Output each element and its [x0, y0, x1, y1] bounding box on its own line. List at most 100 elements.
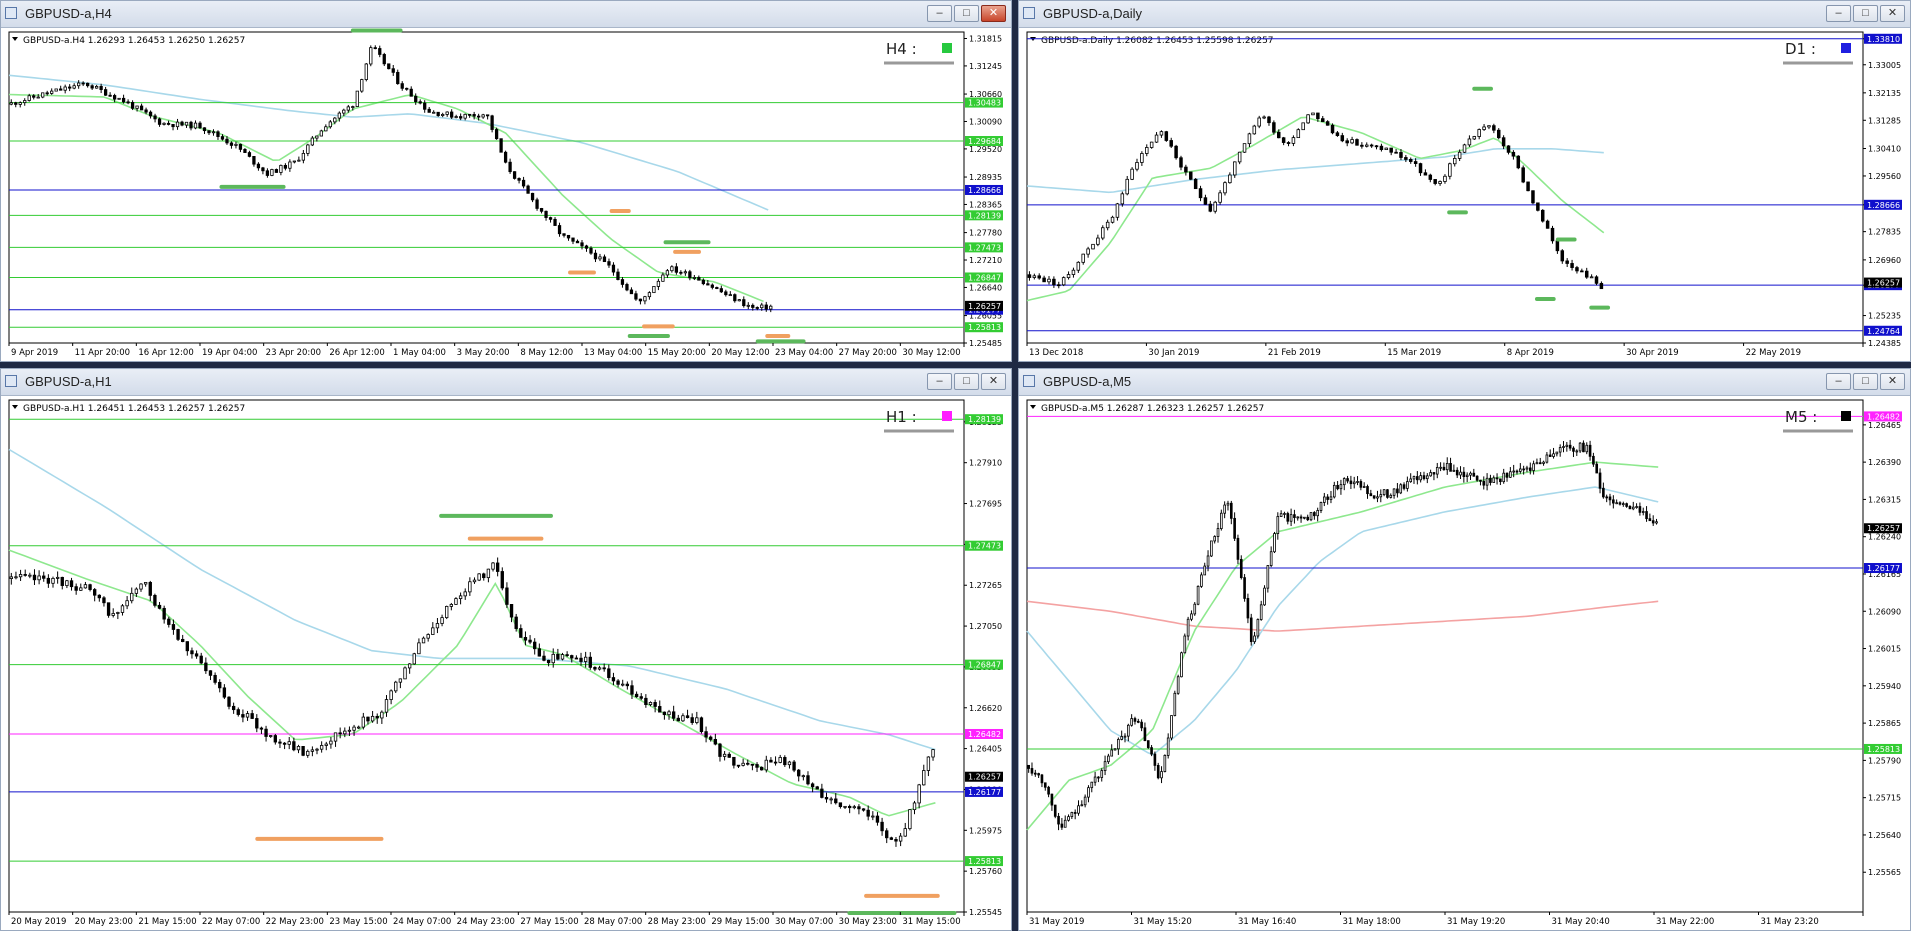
- candle-body: [1449, 463, 1452, 472]
- close-button[interactable]: ✕: [1880, 5, 1905, 22]
- chart-window-d1[interactable]: GBPUSD-a,Daily – □ ✕ GBPUSD-a.Daily 1.26…: [1018, 0, 1911, 362]
- candle-body: [1080, 804, 1084, 807]
- window-titlebar[interactable]: GBPUSD-a,H4 – □ ✕: [1, 1, 1011, 28]
- candle-body: [1286, 142, 1291, 144]
- candle-body: [1140, 153, 1144, 163]
- price-tick-label: 1.33005: [1868, 61, 1901, 70]
- candle-body: [1429, 472, 1432, 477]
- candle-body: [917, 784, 921, 804]
- level-price-tag-label: 1.33810: [1867, 35, 1900, 44]
- candle-body: [755, 764, 759, 768]
- time-axis-label: 30 Jan 2019: [1148, 348, 1199, 358]
- candle-body: [607, 668, 611, 678]
- candle-body: [153, 115, 157, 120]
- candle-body: [1475, 475, 1479, 481]
- candle-body: [548, 217, 553, 220]
- candle-body: [759, 766, 764, 771]
- candle-body: [1060, 823, 1064, 828]
- candle-body: [519, 628, 523, 638]
- candle-body: [1558, 447, 1562, 453]
- candle-body: [391, 68, 395, 73]
- price-chart-canvas[interactable]: GBPUSD-a.M5 1.26287 1.26323 1.26257 1.26…: [1019, 396, 1910, 930]
- time-axis-label: 20 May 12:00: [711, 348, 769, 358]
- candle-body: [117, 97, 121, 100]
- candle-body: [449, 604, 454, 607]
- candle-body: [435, 623, 440, 629]
- close-button[interactable]: ✕: [981, 373, 1006, 390]
- candle-body: [51, 577, 55, 584]
- candle-body: [1309, 512, 1313, 521]
- candle-body: [722, 753, 727, 757]
- candle-body: [472, 114, 476, 117]
- price-chart[interactable]: GBPUSD-a.Daily 1.26082 1.26453 1.25598 1…: [1019, 28, 1910, 361]
- maximize-button[interactable]: □: [1853, 5, 1878, 22]
- candle-body: [231, 705, 236, 711]
- price-chart-canvas[interactable]: GBPUSD-a.H4 1.26293 1.26453 1.26250 1.26…: [1, 28, 1011, 361]
- close-button[interactable]: ✕: [981, 5, 1006, 22]
- candle-body: [432, 111, 436, 114]
- candle-body: [247, 152, 252, 157]
- candle-body: [1279, 513, 1283, 517]
- candle-body: [1608, 496, 1612, 501]
- candle-body: [1479, 479, 1482, 482]
- candle-body: [1631, 506, 1635, 510]
- minimize-button[interactable]: –: [927, 5, 952, 22]
- candle-body: [167, 618, 171, 625]
- candle-body: [1113, 748, 1117, 751]
- time-axis-label: 29 May 15:00: [711, 917, 769, 927]
- candle: [1263, 585, 1266, 606]
- price-tick-label: 1.26240: [1868, 533, 1901, 542]
- candle-body: [1582, 442, 1585, 453]
- candle-body: [797, 769, 801, 777]
- time-axis-label: 24 May 07:00: [393, 917, 451, 927]
- price-chart[interactable]: GBPUSD-a.H1 1.26451 1.26453 1.26257 1.26…: [1, 396, 1011, 930]
- candle-body: [346, 106, 350, 111]
- chart-window-h4[interactable]: GBPUSD-a,H4 – □ ✕ GBPUSD-a.H4 1.26293 1.…: [0, 0, 1012, 362]
- candle-body: [324, 126, 328, 132]
- candle: [512, 171, 517, 180]
- window-titlebar[interactable]: GBPUSD-a,M5 – □ ✕: [1019, 369, 1910, 396]
- candle-body: [1457, 151, 1462, 159]
- maximize-button[interactable]: □: [1853, 373, 1878, 390]
- candle-body: [597, 667, 602, 670]
- price-tick-label: 1.25565: [1868, 868, 1901, 877]
- chart-window-h1[interactable]: GBPUSD-a,H1 – □ ✕ GBPUSD-a.H1 1.26451 1.…: [0, 368, 1012, 931]
- minimize-button[interactable]: –: [927, 373, 952, 390]
- price-tick-label: 1.27910: [969, 459, 1002, 468]
- maximize-button[interactable]: □: [954, 5, 979, 22]
- candle-body: [1584, 270, 1589, 278]
- candle-body: [733, 294, 737, 302]
- candle-body: [741, 762, 745, 766]
- time-axis-label: 11 Apr 20:00: [75, 348, 130, 358]
- window-titlebar[interactable]: GBPUSD-a,H1 – □ ✕: [1, 369, 1011, 396]
- minimize-button[interactable]: –: [1826, 373, 1851, 390]
- price-chart-canvas[interactable]: GBPUSD-a.Daily 1.26082 1.26453 1.25598 1…: [1019, 28, 1910, 361]
- candle-body: [1210, 540, 1213, 557]
- candle-body: [431, 627, 435, 635]
- candle-body: [9, 102, 13, 105]
- candle-body: [1409, 478, 1413, 483]
- price-chart[interactable]: GBPUSD-a.M5 1.26287 1.26323 1.26257 1.26…: [1019, 396, 1910, 930]
- candle-body: [378, 48, 382, 55]
- minimize-button[interactable]: –: [1826, 5, 1851, 22]
- candle-body: [426, 634, 430, 639]
- candle-body: [1208, 203, 1213, 212]
- candle: [494, 127, 499, 140]
- candle-body: [1399, 152, 1403, 158]
- maximize-button[interactable]: □: [954, 373, 979, 390]
- timeframe-color-swatch: [942, 411, 952, 421]
- close-button[interactable]: ✕: [1880, 373, 1905, 390]
- window-splitter-horizontal[interactable]: [0, 362, 1911, 368]
- candle-body: [1365, 144, 1369, 147]
- price-chart[interactable]: GBPUSD-a.H4 1.26293 1.26453 1.26250 1.26…: [1, 28, 1011, 361]
- chart-window-m5[interactable]: GBPUSD-a,M5 – □ ✕ GBPUSD-a.M5 1.26287 1.…: [1018, 368, 1911, 931]
- candle-body: [704, 731, 708, 738]
- window-titlebar[interactable]: GBPUSD-a,Daily – □ ✕: [1019, 1, 1910, 28]
- candle-body: [1592, 455, 1595, 465]
- candle-body: [1040, 774, 1044, 784]
- price-tick-label: 1.27265: [969, 581, 1002, 590]
- price-chart-canvas[interactable]: GBPUSD-a.H1 1.26451 1.26453 1.26257 1.26…: [1, 396, 1011, 930]
- candle-body: [1625, 503, 1628, 507]
- candle-body: [1277, 131, 1281, 139]
- window-splitter-vertical[interactable]: [1012, 0, 1018, 931]
